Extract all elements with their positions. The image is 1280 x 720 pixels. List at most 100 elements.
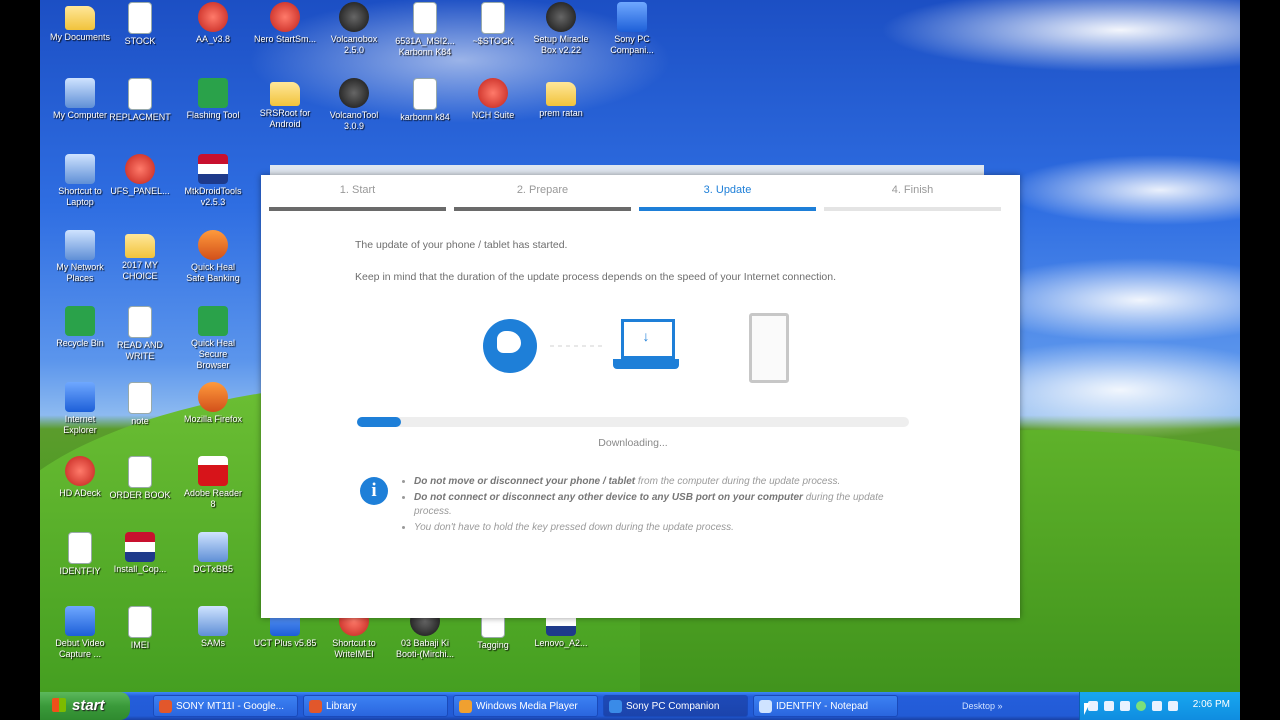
start-label: start [72,697,105,714]
step-bar [639,207,816,211]
task-label: Sony PC Companion [626,701,720,712]
folder-icon [546,82,576,106]
desktop-icon-label: 6531A_MSI2... Karbonn K84 [395,36,455,57]
desktop-icon-label: READ AND WRITE [116,340,163,361]
desktop-icon[interactable]: IDENTFIY [48,532,112,577]
sony-icon [609,700,622,713]
desktop-icon[interactable]: prem ratan [529,78,593,119]
clock: 2:06 PM [1192,699,1230,710]
desktop-icon[interactable]: Quick Heal Secure Browser [181,306,245,371]
doc-icon [481,2,505,34]
desktop-icon-label: 2017 MY CHOICE [121,260,159,281]
desktop-icon-label: Shortcut to WriteIMEI [332,638,376,659]
taskbar: start SONY MT11I - Google... Library Win… [40,692,1240,720]
desktop-icon[interactable]: My Network Places [48,230,112,284]
desktop-icon[interactable]: Adobe Reader 8 [181,456,245,510]
desktop-icon[interactable]: Shortcut to Laptop [48,154,112,208]
desktop-icon[interactable]: DCTxBB5 [181,532,245,575]
orange-icon [198,382,228,412]
desktop-icon-label: My Computer [52,110,107,120]
task-library[interactable]: Library [303,695,448,717]
firefox-icon [159,700,172,713]
doc-icon [128,456,152,488]
desktop-icon[interactable]: Internet Explorer [48,382,112,436]
task-notepad[interactable]: IDENTFIY - Notepad [753,695,898,717]
desktop-toolbar-label[interactable]: Desktop » [962,692,1003,720]
progress-fill [357,417,402,427]
doc-icon [128,78,152,110]
desktop-icon[interactable]: NCH Suite [461,78,525,121]
progress-bar [357,417,909,427]
step-bar [269,207,446,211]
task-label: Windows Media Player [476,701,578,712]
desktop-icon-label: DCTxBB5 [192,564,233,574]
desktop-icon-label: IMEI [130,640,150,650]
desktop-icon[interactable]: ~$STOCK [461,2,525,47]
desktop-icon[interactable]: My Computer [48,78,112,121]
doc-icon [128,306,152,338]
desktop-icon[interactable]: Mozilla Firefox [181,382,245,425]
desktop-icon-label: HD ADeck [59,488,101,498]
desktop-icon-label: IDENTFIY [59,566,101,576]
desktop-icon[interactable]: Flashing Tool [181,78,245,121]
desktop-icon[interactable]: UFS_PANEL... [108,154,172,197]
volume-icon[interactable] [1168,701,1178,711]
note-bold: Do not connect or disconnect any other d… [414,492,803,503]
desktop-icon[interactable]: My Documents [48,2,112,43]
desktop-icon-label: MtkDroidTools v2.5.3 [184,186,242,207]
desktop-icon-label: My Documents [49,32,111,42]
desktop-icon[interactable]: IMEI [108,606,172,651]
notes-list: Do not move or disconnect your phone / t… [401,475,914,537]
duration-hint-text: Keep in mind that the duration of the up… [355,271,837,283]
doc-icon [68,532,92,564]
dark-icon [339,2,369,32]
desktop-icon-label: My Network Places [56,262,104,283]
desktop-icon[interactable]: Volcanobox 2.5.0 [322,2,386,56]
desktop-icon[interactable]: SAMs [181,606,245,649]
network-icon[interactable] [1104,701,1114,711]
desktop-icon-label: Flashing Tool [186,110,240,120]
desktop-icon-label: Quick Heal Secure Browser [190,338,235,370]
red-icon [270,2,300,32]
desktop-icon[interactable]: ORDER BOOK [108,456,172,501]
notepad-icon [759,700,772,713]
desktop-icon[interactable]: VolcanoTool 3.0.9 [322,78,386,132]
desktop-icon-label: UCT Plus v5.85 [253,638,317,648]
desktop-icon[interactable]: READ AND WRITE [108,306,172,362]
pc-icon [65,230,95,260]
desktop-icon[interactable]: REPLACMENT [108,78,172,123]
desktop-icon-label: SAMs [200,638,225,648]
flag-icon [125,532,155,562]
quickheal-icon[interactable] [1136,701,1146,711]
desktop-icon[interactable]: AA_v3.8 [181,2,245,45]
desktop-icon[interactable]: Nero StartSm... [253,2,317,45]
desktop-icon[interactable]: HD ADeck [48,456,112,499]
pc-icon [198,606,228,636]
sony-pc-companion-window: 1. Start 2. Prepare 3. Update 4. Finish … [261,175,1020,618]
desktop-icon[interactable]: karbonn k84 [393,78,457,123]
desktop-icon[interactable]: Install_Cop... [108,532,172,575]
desktop-icon[interactable]: 6531A_MSI2... Karbonn K84 [393,2,457,58]
tools-icon[interactable] [1152,701,1162,711]
desktop-icon[interactable]: Recycle Bin [48,306,112,349]
desktop-icon-label: prem ratan [539,108,583,118]
step-bar [824,207,1001,211]
desktop-icon[interactable]: Quick Heal Safe Banking [181,230,245,284]
task-google-chrome[interactable]: SONY MT11I - Google... [153,695,298,717]
pdf-icon [198,456,228,486]
desktop-icon[interactable]: STOCK [108,2,172,47]
desktop-icon[interactable]: SRSRoot for Android [253,78,317,130]
desktop-icon-label: SRSRoot for Android [259,108,311,129]
desktop-icon[interactable]: 2017 MY CHOICE [108,230,172,282]
task-sony-pc-companion[interactable]: Sony PC Companion [603,695,748,717]
desktop-icon[interactable]: MtkDroidTools v2.5.3 [181,154,245,208]
doc-icon [413,2,437,34]
desktop-icon-label: ~$STOCK [472,36,514,46]
monitor-icon[interactable] [1120,701,1130,711]
start-button[interactable]: start [40,692,130,720]
desktop-icon[interactable]: Sony PC Compani... [600,2,664,56]
desktop-icon[interactable]: Setup Miracle Box v2.22 [529,2,593,56]
desktop-icon[interactable]: Debut Video Capture ... [48,606,112,660]
task-media-player[interactable]: Windows Media Player [453,695,598,717]
desktop-icon[interactable]: note [108,382,172,427]
